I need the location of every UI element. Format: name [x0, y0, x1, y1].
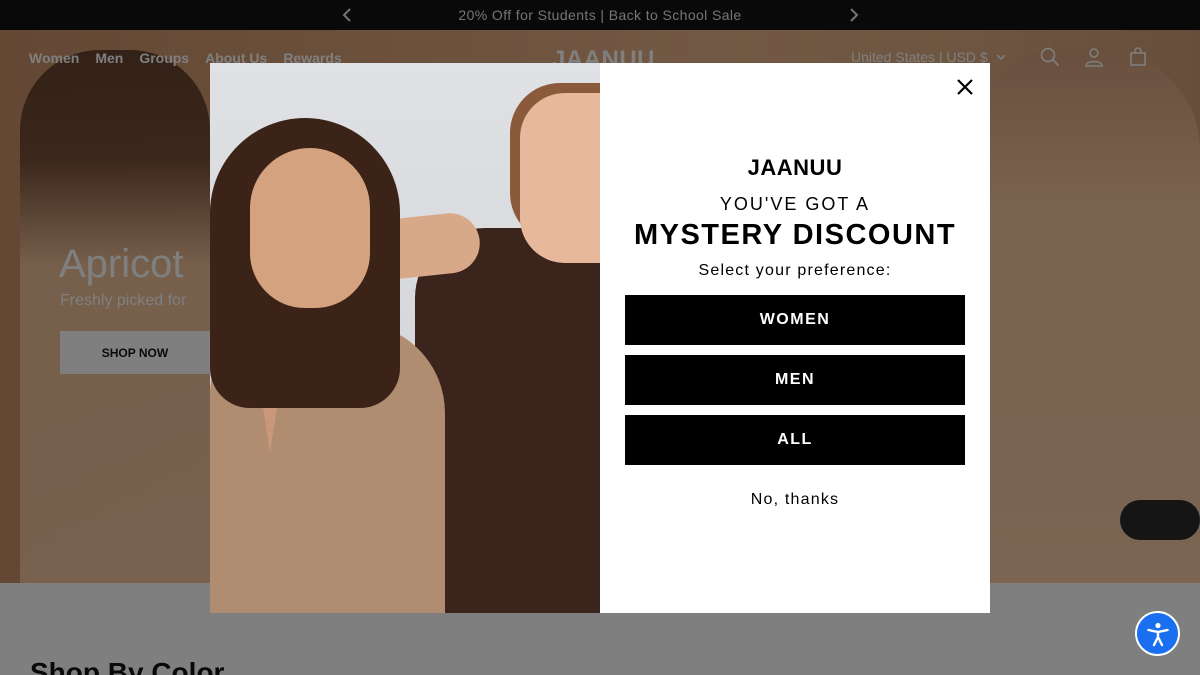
no-thanks-link[interactable]: No, thanks	[600, 491, 990, 509]
close-icon[interactable]	[954, 76, 976, 98]
model-face	[250, 148, 370, 308]
all-button[interactable]: ALL	[625, 415, 965, 465]
women-button[interactable]: WOMEN	[625, 295, 965, 345]
popup-heading-line2: MYSTERY DISCOUNT	[633, 219, 957, 251]
popup-image	[210, 63, 600, 613]
popup-logo: JAANUU	[747, 155, 843, 180]
popup-heading-line1: YOU'VE GOT A	[719, 194, 871, 214]
discount-popup: JAANUU YOU'VE GOT A MYSTERY DISCOUNT Sel…	[210, 63, 990, 613]
men-button[interactable]: MEN	[625, 355, 965, 405]
model-face	[520, 93, 600, 263]
accessibility-icon[interactable]	[1135, 611, 1180, 656]
popup-content: JAANUU YOU'VE GOT A MYSTERY DISCOUNT Sel…	[600, 63, 990, 613]
popup-prompt: Select your preference:	[698, 262, 892, 279]
